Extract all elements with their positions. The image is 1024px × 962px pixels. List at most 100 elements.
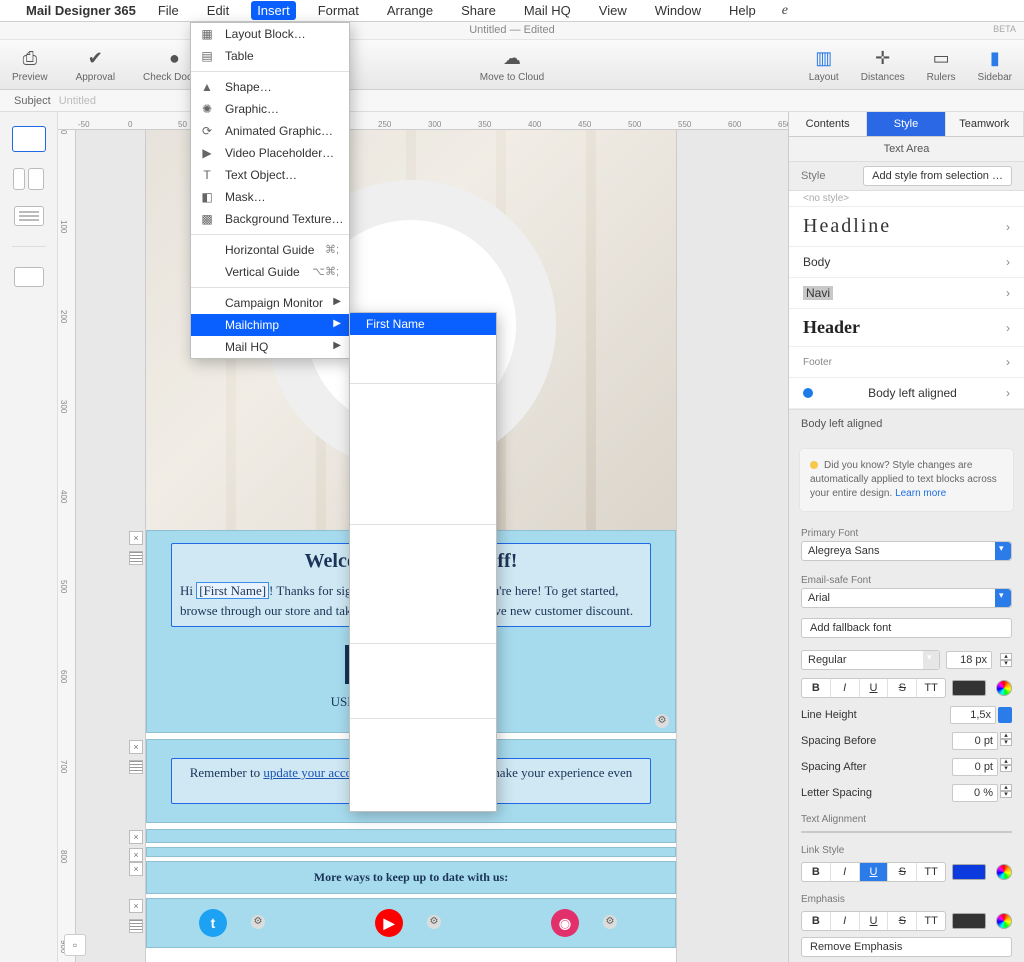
mailchimp-view-in-browser-link[interactable]: View in Browser Link	[350, 745, 496, 767]
style-none[interactable]: <no style>	[789, 191, 1024, 207]
add-style-button[interactable]: Add style from selection …	[863, 166, 1012, 186]
block-settings-icon[interactable]: ⚙	[655, 714, 669, 728]
learn-more-link[interactable]: Learn more	[895, 488, 946, 499]
mailchimp-current-year[interactable]: Current Year	[350, 410, 496, 432]
preview-button[interactable]: ⎙Preview	[12, 46, 48, 83]
move-to-cloud-button[interactable]: ☁︎Move to Cloud	[480, 46, 544, 83]
style-header[interactable]: Header›	[789, 309, 1024, 347]
line-height-input[interactable]: 1,5x	[950, 706, 996, 724]
insert-mask-[interactable]: ◧Mask…	[191, 186, 349, 208]
style-body[interactable]: Body›	[789, 247, 1024, 278]
menu-view[interactable]: View	[593, 1, 633, 20]
insert-layout-block-[interactable]: ▦Layout Block…	[191, 23, 349, 45]
remove-emphasis-button[interactable]: Remove Emphasis	[801, 937, 1012, 957]
block-drag-icon[interactable]	[129, 551, 143, 565]
insert-horizontal-guide[interactable]: Horizontal Guide⌘;	[191, 239, 349, 261]
cell-settings-icon[interactable]: ⚙	[427, 915, 441, 929]
text-format-segment[interactable]: B I U S TT	[801, 678, 946, 698]
style-headline[interactable]: Headline›	[789, 207, 1024, 247]
more-ways-block[interactable]: × More ways to keep up to date with us:	[146, 861, 676, 894]
line-height-dropdown[interactable]	[998, 707, 1012, 723]
menu-format[interactable]: Format	[312, 1, 365, 20]
insert-mail-hq[interactable]: Mail HQ▶	[191, 336, 349, 358]
menu-help[interactable]: Help	[723, 1, 762, 20]
social-block[interactable]: × t⚙ ▶⚙ ◉⚙	[146, 898, 676, 948]
mode-text[interactable]	[14, 206, 44, 226]
tab-teamwork[interactable]: Teamwork	[946, 112, 1024, 136]
instagram-icon[interactable]: ◉	[551, 909, 579, 937]
insert-vertical-guide[interactable]: Vertical Guide⌥⌘;	[191, 261, 349, 283]
spacer-block[interactable]: ×	[146, 847, 676, 857]
menu-arrange[interactable]: Arrange	[381, 1, 439, 20]
mailchimp-first-name[interactable]: First Name	[350, 313, 496, 335]
spacing-after-input[interactable]: 0 pt	[952, 758, 998, 776]
menu-edit[interactable]: Edit	[201, 1, 235, 20]
mailchimp-list-address[interactable]: List Address	[350, 595, 496, 617]
font-size-stepper[interactable]: ▴▾	[1000, 653, 1012, 667]
emphasis-segment[interactable]: BIUSTT	[801, 911, 946, 931]
color-picker-icon[interactable]	[996, 864, 1012, 880]
menu-window[interactable]: Window	[649, 1, 707, 20]
twitter-icon[interactable]: t	[199, 909, 227, 937]
cell-settings-icon[interactable]: ⚙	[603, 915, 617, 929]
mailchimp-current-month-name[interactable]: Current Month Name	[350, 454, 496, 476]
insert-shape-[interactable]: ▲Shape…	[191, 76, 349, 98]
mode-layout[interactable]	[14, 267, 44, 287]
mailchimp-current-week-day[interactable]: Current Week Day	[350, 498, 496, 520]
cell-settings-icon[interactable]: ⚙	[251, 915, 265, 929]
tab-style[interactable]: Style	[867, 112, 945, 136]
mode-desktop[interactable]	[12, 126, 46, 152]
mailchimp-current-date[interactable]: Current Date	[350, 388, 496, 410]
subject-value[interactable]: Untitled	[59, 95, 96, 107]
spacing-before-input[interactable]: 0 pt	[952, 732, 998, 750]
insert-graphic-[interactable]: ✺Graphic…	[191, 98, 349, 120]
letter-spacing-input[interactable]: 0 %	[952, 784, 998, 802]
text-align-segment[interactable]: ≡≡≡≡	[801, 831, 1012, 833]
block-close-icon[interactable]: ×	[129, 862, 143, 876]
menu-share[interactable]: Share	[455, 1, 502, 20]
mailchimp-user-company[interactable]: User Company	[350, 648, 496, 670]
mailchimp-forward-link[interactable]: Forward Link	[350, 723, 496, 745]
emailsafe-font-select[interactable]: Arial	[801, 588, 1012, 608]
mailchimp-current-month[interactable]: Current Month	[350, 432, 496, 454]
style-body-left-aligned[interactable]: Body left aligned›	[789, 378, 1024, 409]
mailchimp-address-and-vcard[interactable]: Address and vCard	[350, 573, 496, 595]
color-picker-icon[interactable]	[996, 680, 1012, 696]
block-close-icon[interactable]: ×	[129, 899, 143, 913]
mailchimp-list-description[interactable]: List Description	[350, 551, 496, 573]
evernote-icon[interactable]: e	[782, 3, 788, 19]
menu-file[interactable]: File	[152, 1, 185, 20]
font-size-input[interactable]: 18 px	[946, 651, 992, 669]
mailchimp-unsubscribe-link[interactable]: Unsubscribe Link	[350, 789, 496, 811]
mailchimp-rewards[interactable]: Rewards	[350, 767, 496, 789]
app-name[interactable]: Mail Designer 365	[26, 3, 136, 18]
mailchimp-current-day[interactable]: Current Day	[350, 476, 496, 498]
block-drag-icon[interactable]	[129, 760, 143, 774]
youtube-icon[interactable]: ▶	[375, 909, 403, 937]
rulers-toggle[interactable]: ▭Rulers	[927, 46, 956, 83]
menu-insert[interactable]: Insert	[251, 1, 296, 20]
distances-toggle[interactable]: ✛Distances	[861, 46, 905, 83]
text-color-swatch[interactable]	[952, 680, 986, 696]
mailchimp-list-phone[interactable]: List Phone	[350, 617, 496, 639]
sidebar-toggle[interactable]: ▮Sidebar	[978, 46, 1012, 83]
block-close-icon[interactable]: ×	[129, 531, 143, 545]
approval-button[interactable]: ✔︎Approval	[76, 46, 115, 83]
style-navi[interactable]: Navi›	[789, 278, 1024, 309]
mailchimp-list-company[interactable]: List Company	[350, 529, 496, 551]
zoom-control[interactable]: ▫	[64, 934, 86, 956]
block-drag-icon[interactable]	[129, 919, 143, 933]
mailchimp-user-address[interactable]: User Address	[350, 670, 496, 692]
insert-mailchimp[interactable]: Mailchimp▶First NameLast NameEmailCurren…	[191, 314, 349, 336]
font-weight-select[interactable]: Regular	[801, 650, 940, 670]
link-format-segment[interactable]: BIUSTT	[801, 862, 946, 882]
placeholder-token[interactable]: [First Name]	[196, 582, 269, 599]
mailchimp-last-name[interactable]: Last Name	[350, 335, 496, 357]
insert-background-texture-[interactable]: ▩Background Texture…	[191, 208, 349, 230]
style-footer[interactable]: Footer›	[789, 347, 1024, 378]
layout-toggle[interactable]: ▥Layout	[809, 46, 839, 83]
mailchimp-email[interactable]: Email	[350, 357, 496, 379]
insert-campaign-monitor[interactable]: Campaign Monitor▶	[191, 292, 349, 314]
insert-animated-graphic-[interactable]: ⟳Animated Graphic…	[191, 120, 349, 142]
mode-mobile[interactable]	[13, 168, 44, 190]
